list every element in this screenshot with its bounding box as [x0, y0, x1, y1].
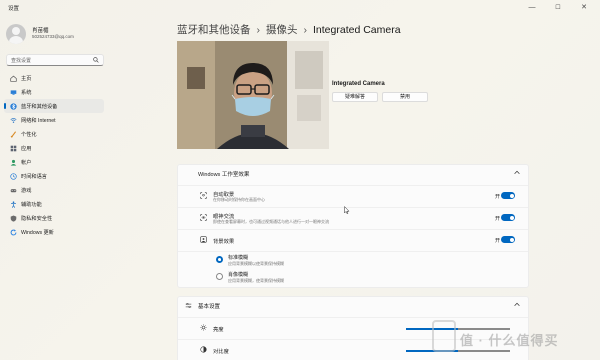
basic-settings-header[interactable]: 基本设置	[178, 297, 528, 313]
sidebar-nav: 主页 系统 蓝牙和其他设备 网络和 Internet 个性化 应用 帐户 时间和…	[4, 71, 104, 239]
sidebar-item-apps[interactable]: 应用	[4, 141, 104, 155]
sidebar-item-system[interactable]: 系统	[4, 85, 104, 99]
eye-contact-row: 眼神交流 即使在查看屏幕时，也可通过视频通话与他人进行一对一眼神交流 开	[178, 207, 528, 227]
breadcrumb-bluetooth[interactable]: 蓝牙和其他设备	[177, 24, 251, 36]
portrait-blur-desc: 应用背景模糊，使背景保持模糊	[228, 278, 284, 283]
portrait-blur-row[interactable]: 肖像模糊 应用背景模糊，使背景保持模糊	[178, 269, 528, 287]
close-button[interactable]: ✕	[572, 2, 596, 14]
breadcrumb-separator: ›	[256, 24, 261, 36]
home-icon	[10, 75, 17, 82]
auto-framing-icon	[200, 192, 207, 199]
breadcrumb-separator: ›	[303, 24, 308, 36]
sidebar-item-label: 游戏	[21, 187, 32, 194]
search-icon[interactable]	[93, 57, 99, 63]
eye-contact-desc: 即使在查看屏幕时，也可通过视频通话与他人进行一对一眼神交流	[213, 219, 329, 224]
sidebar-item-home[interactable]: 主页	[4, 71, 104, 85]
accessibility-icon	[11, 200, 16, 208]
standard-blur-row[interactable]: 标准模糊 应用背景模糊以使背景保持模糊	[178, 251, 528, 269]
sidebar-item-label: 主页	[21, 75, 32, 82]
auto-framing-row: 自动取景 在你移动时保持你在画面中心 开	[178, 185, 528, 205]
sidebar-item-label: 个性化	[21, 131, 37, 138]
page-title: Integrated Camera	[313, 24, 401, 36]
sidebar-item-accessibility[interactable]: 辅助功能	[4, 197, 104, 211]
sidebar-item-gaming[interactable]: 游戏	[4, 183, 104, 197]
studio-effects-card: Windows 工作室效果 自动取景 在你移动时保持你在画面中心 开 眼神交流 …	[177, 164, 529, 288]
sidebar-item-label: 帐户	[21, 159, 32, 166]
sidebar-item-label: 网络和 Internet	[21, 117, 56, 124]
maximize-button[interactable]: ☐	[546, 2, 570, 14]
watermark: 值 · 什么值得买	[432, 320, 588, 356]
eye-contact-toggle[interactable]	[501, 214, 515, 221]
chevron-up-icon[interactable]	[514, 302, 520, 307]
portrait-blur-radio[interactable]	[216, 273, 223, 280]
settings-sliders-icon	[185, 303, 192, 308]
system-icon	[10, 89, 17, 95]
auto-framing-desc: 在你移动时保持你在画面中心	[213, 197, 265, 202]
studio-effects-header[interactable]: Windows 工作室效果	[178, 165, 528, 181]
standard-blur-radio[interactable]	[216, 256, 223, 263]
windows-update-icon	[10, 229, 17, 235]
background-effects-title: 背景效果	[213, 239, 235, 245]
gaming-icon	[10, 188, 17, 192]
brightness-icon	[200, 324, 207, 331]
disable-camera-button[interactable]: 禁用	[382, 92, 428, 102]
accounts-icon	[10, 159, 17, 166]
contrast-label: 对比度	[213, 349, 229, 355]
apps-icon	[10, 145, 17, 151]
basic-settings-title: 基本设置	[198, 304, 221, 310]
background-effects-row: 背景效果 开	[178, 229, 528, 249]
sidebar-item-label: 时间和语言	[21, 173, 47, 180]
camera-preview-image	[177, 41, 329, 149]
chevron-up-icon[interactable]	[514, 170, 520, 175]
auto-framing-state: 开	[494, 194, 500, 200]
breadcrumb-cameras[interactable]: 摄像头	[266, 24, 298, 36]
sidebar-item-label: 蓝牙和其他设备	[21, 103, 58, 110]
auto-framing-toggle[interactable]	[501, 192, 515, 199]
sidebar-item-time-language[interactable]: 时间和语言	[4, 169, 104, 183]
sidebar-item-bluetooth-devices[interactable]: 蓝牙和其他设备	[4, 99, 104, 113]
sidebar-item-windows-update[interactable]: Windows 更新	[4, 225, 104, 239]
camera-name: Integrated Camera	[332, 81, 385, 87]
privacy-icon	[10, 215, 17, 222]
brightness-label: 亮度	[213, 327, 224, 333]
sidebar-item-label: Windows 更新	[21, 229, 54, 236]
eye-contact-icon	[200, 214, 207, 221]
sidebar-item-label: 隐私和安全性	[21, 215, 53, 222]
sidebar-item-accounts[interactable]: 帐户	[4, 155, 104, 169]
eye-contact-state: 开	[494, 216, 500, 222]
camera-preview	[177, 41, 329, 149]
sidebar-item-personalization[interactable]: 个性化	[4, 127, 104, 141]
mouse-cursor-icon	[344, 206, 350, 214]
sidebar-item-network[interactable]: 网络和 Internet	[4, 113, 104, 127]
breadcrumb: 蓝牙和其他设备 › 摄像头 › Integrated Camera	[177, 22, 401, 37]
minimize-button[interactable]: —	[520, 2, 544, 14]
personalization-icon	[10, 130, 17, 138]
user-email: 502524733@qq.com	[32, 34, 74, 39]
wifi-icon	[10, 117, 17, 123]
app-title: 设置	[8, 6, 20, 12]
search-placeholder: 查找设置	[11, 58, 32, 64]
portrait-blur-title: 肖像模糊	[228, 272, 249, 278]
avatar[interactable]	[6, 24, 26, 44]
contrast-icon	[200, 346, 207, 353]
background-effects-state: 开	[494, 238, 500, 244]
time-language-icon	[10, 172, 17, 180]
standard-blur-title: 标准模糊	[228, 255, 249, 261]
watermark-text: 值 · 什么值得买	[460, 333, 559, 348]
search-input[interactable]: 查找设置	[6, 54, 104, 66]
sidebar-item-label: 应用	[21, 145, 32, 152]
sidebar-item-privacy[interactable]: 隐私和安全性	[4, 211, 104, 225]
sidebar-item-label: 系统	[21, 89, 32, 96]
troubleshoot-button[interactable]: 疑难解答	[332, 92, 378, 102]
title-bar: 设置 — ☐ ✕	[0, 0, 600, 16]
bluetooth-icon	[10, 102, 17, 110]
background-effects-icon	[200, 236, 207, 243]
user-name: 肖苗楣	[32, 28, 49, 34]
studio-effects-title: Windows 工作室效果	[198, 172, 250, 178]
sidebar-item-label: 辅助功能	[21, 201, 42, 208]
sidebar: 肖苗楣 502524733@qq.com 查找设置 主页 系统 蓝牙和其他设备 …	[0, 16, 110, 360]
standard-blur-desc: 应用背景模糊以使背景保持模糊	[228, 261, 284, 266]
watermark-logo	[432, 320, 456, 352]
background-effects-toggle[interactable]	[501, 236, 515, 243]
